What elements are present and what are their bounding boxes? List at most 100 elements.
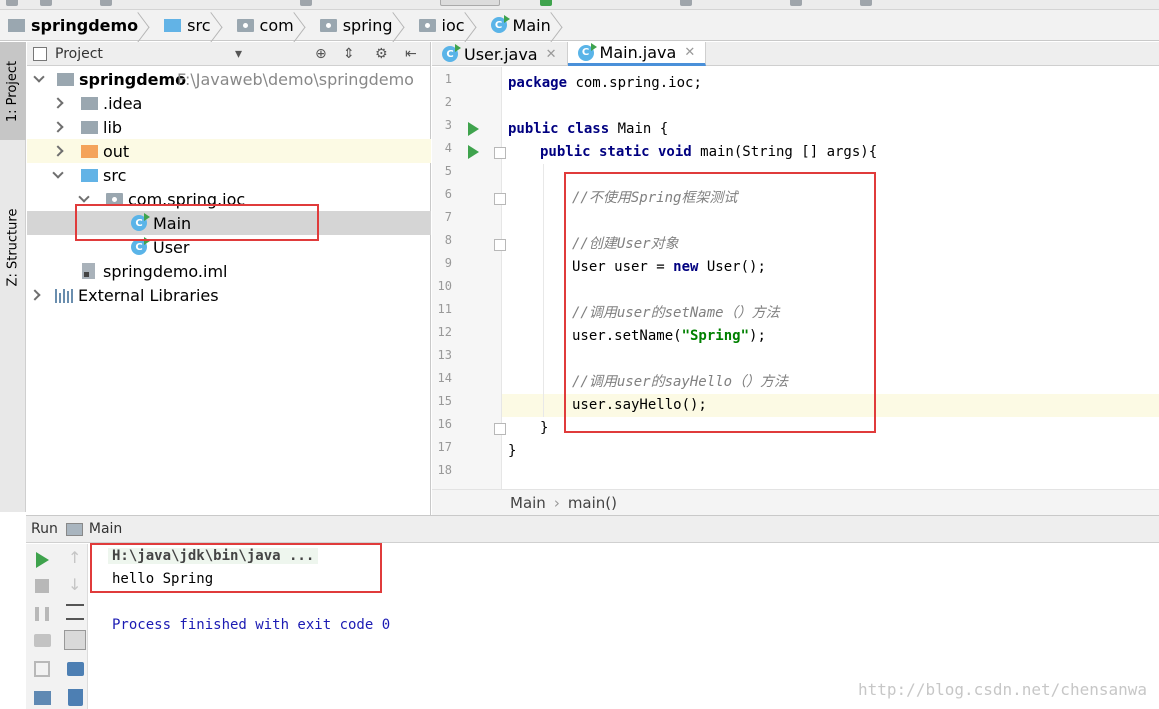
crumb-separator (217, 10, 231, 41)
stop-icon[interactable] (35, 579, 49, 593)
login-icon[interactable] (34, 661, 50, 677)
toolbar-icon[interactable] (40, 0, 52, 6)
watermark: http://blog.csdn.net/chensanwa (858, 680, 1147, 699)
toolbar-icon[interactable] (860, 0, 872, 6)
console-exit-line: Process finished with exit code 0 (112, 617, 391, 633)
folder-icon (81, 121, 98, 134)
chevron-down-icon[interactable] (52, 167, 64, 179)
code-editor: C User.java ✕ C Main.java ✕ 1 2 3 4 5 6 … (432, 42, 1159, 515)
editor-breadcrumb: Main › main() (432, 489, 1159, 515)
line-number: 5 (444, 164, 452, 178)
chevron-right-icon[interactable] (52, 145, 64, 157)
run-panel-header: Run Main (26, 516, 1159, 543)
project-view-selector[interactable]: Project (55, 46, 103, 62)
chevron-right-icon[interactable] (29, 289, 41, 301)
pause-icon[interactable] (35, 607, 49, 621)
chevron-right-icon[interactable] (52, 97, 64, 109)
hide-panel-icon[interactable]: ⇤ (405, 46, 417, 62)
tree-item-out[interactable]: out (27, 139, 431, 163)
run-icon[interactable] (540, 0, 552, 6)
indent-guide (543, 164, 544, 417)
run-config-tab[interactable]: Main (89, 521, 122, 537)
crumb-separator (399, 10, 413, 41)
line-number: 1 (444, 72, 452, 86)
tab-user-java[interactable]: C User.java ✕ (432, 42, 568, 66)
toolbar-icon[interactable] (300, 0, 312, 6)
line-number: 12 (437, 325, 452, 339)
soft-wrap-icon[interactable] (66, 604, 84, 620)
rerun-icon[interactable] (36, 552, 49, 568)
camera-icon[interactable] (34, 634, 51, 647)
navigation-bar: springdemo src com spring ioc C Main (0, 10, 1159, 41)
scroll-to-end-icon[interactable] (64, 630, 86, 650)
chevron-down-icon[interactable] (33, 71, 45, 83)
chevron-right-icon[interactable] (52, 121, 64, 133)
close-icon[interactable]: ✕ (546, 47, 557, 62)
chevron-down-icon[interactable] (78, 191, 90, 203)
arrow-down-icon[interactable]: ↓ (68, 575, 81, 594)
tree-item-label: out (103, 141, 130, 161)
locate-icon[interactable]: ⊕ (315, 46, 327, 62)
nav-crumb-label: springdemo (31, 15, 139, 35)
run-toolbar: ↑ ↓ (26, 544, 88, 709)
tree-item-project-root[interactable]: springdemo F:\Javaweb\demo\springdemo (27, 67, 431, 91)
tab-label: User.java (464, 44, 538, 64)
package-icon (418, 18, 436, 32)
toolbar-icon[interactable] (790, 0, 802, 6)
nav-crumb-project[interactable]: springdemo (8, 10, 144, 41)
tree-item-idea[interactable]: .idea (27, 91, 431, 115)
layout-icon[interactable] (34, 691, 51, 705)
tree-item-label: External Libraries (78, 285, 219, 305)
code-line-1: package com.spring.ioc; (508, 72, 702, 95)
java-class-icon: C (490, 15, 510, 33)
code-keyword: public static void (540, 144, 692, 160)
tree-item-user[interactable]: C User (27, 235, 431, 259)
collapse-icon[interactable]: ⇕ (343, 46, 355, 62)
code-string: "Spring" (681, 328, 750, 344)
java-class-icon: C (442, 44, 461, 62)
toolbar-icon[interactable] (6, 0, 18, 6)
arrow-up-icon[interactable]: ↑ (68, 548, 81, 567)
tree-item-main[interactable]: C Main (27, 211, 431, 235)
code-line-15: user.sayHello(); (572, 397, 707, 413)
tree-item-lib[interactable]: lib (27, 115, 431, 139)
code-line-3: public class Main { (508, 118, 668, 141)
editor-gutter[interactable]: 1 2 3 4 5 6 7 8 9 10 11 12 13 14 15 16 1… (432, 67, 506, 489)
close-icon[interactable]: ✕ (684, 45, 695, 60)
run-panel-title: Run (31, 521, 58, 537)
tree-item-iml[interactable]: springdemo.iml (27, 259, 431, 283)
line-number: 10 (437, 279, 452, 293)
chevron-right-icon: › (553, 493, 560, 512)
console-command-line: H:\java\jdk\bin\java ... (108, 546, 319, 566)
tool-tab-structure[interactable]: Z: Structure (0, 192, 26, 302)
output-folder-icon (81, 145, 98, 158)
project-folder-icon (57, 73, 74, 86)
editor-crumb-class[interactable]: Main (510, 494, 546, 512)
run-config-selector[interactable] (440, 0, 500, 6)
editor-crumb-method[interactable]: main() (568, 494, 617, 512)
tree-item-label: springdemo (79, 69, 187, 89)
project-path: F:\Javaweb\demo\springdemo (177, 69, 414, 89)
code-text: Main { (609, 121, 669, 137)
code-text: User user = (572, 259, 674, 275)
tree-item-src[interactable]: src (27, 163, 431, 187)
tab-label: Main.java (599, 43, 677, 62)
package-icon (106, 193, 123, 206)
tree-item-external-libraries[interactable]: External Libraries (27, 283, 431, 307)
tab-main-java[interactable]: C Main.java ✕ (567, 42, 707, 66)
toolbar-icon[interactable] (680, 0, 692, 6)
tool-tab-project[interactable]: 1: Project (0, 42, 26, 140)
package-icon (319, 18, 337, 32)
trash-icon[interactable] (68, 689, 83, 706)
code-text-area[interactable]: package com.spring.ioc; public class Mai… (502, 67, 1159, 489)
tree-item-package[interactable]: com.spring.ioc (27, 187, 431, 211)
gear-icon[interactable]: ⚙ (375, 46, 388, 62)
print-icon[interactable] (67, 662, 84, 676)
dropdown-arrow-icon[interactable]: ▾ (235, 46, 242, 62)
toolbar-icon[interactable] (100, 0, 112, 6)
run-class-icon[interactable] (468, 122, 479, 136)
console-command: H:\java\jdk\bin\java ... (108, 548, 319, 564)
code-text: main(String [] args){ (691, 144, 878, 160)
run-main-icon[interactable] (468, 145, 479, 159)
code-text: user.setName( (572, 328, 682, 344)
